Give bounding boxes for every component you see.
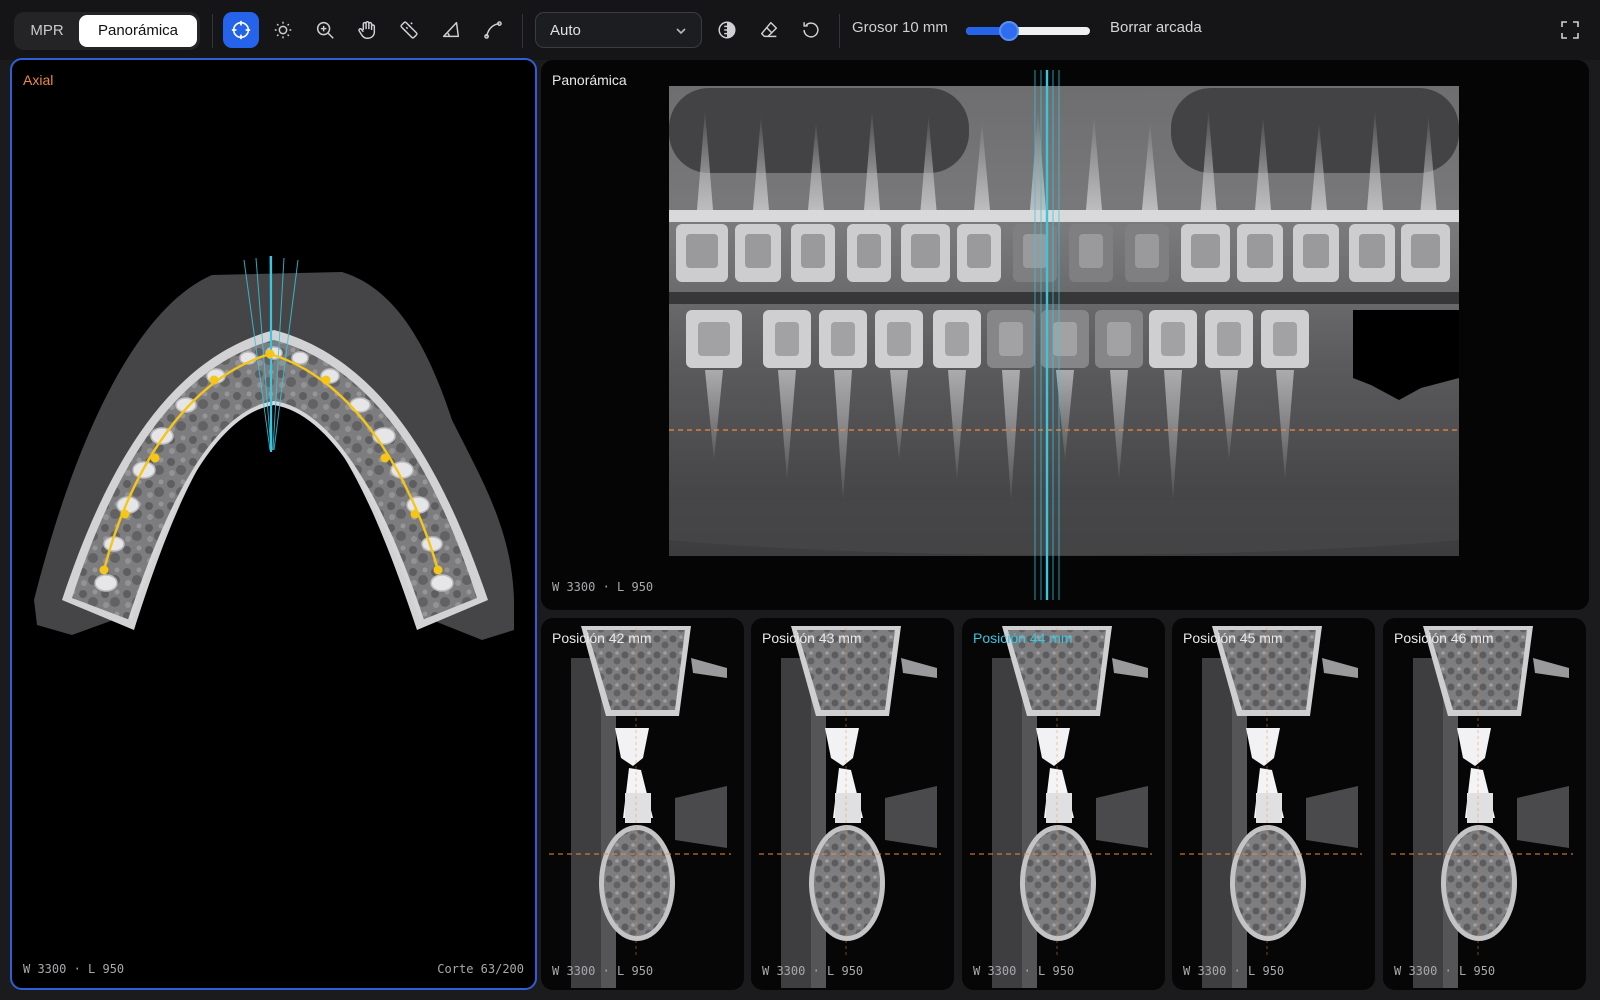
cross-section-5[interactable]: Posición 46 mm W 3300 · L 950 <box>1383 618 1586 990</box>
brightness-tool-button[interactable] <box>265 12 301 48</box>
axial-window-level: W 3300 · L 950 <box>23 962 125 976</box>
panoramic-title: Panorámica <box>552 72 627 88</box>
divider <box>839 14 840 48</box>
reset-icon <box>803 22 819 38</box>
angle-tool-button[interactable] <box>433 12 469 48</box>
cross-section-image[interactable] <box>751 618 954 990</box>
ruler-icon <box>400 21 418 39</box>
axial-slice-index: Corte 63/200 <box>437 962 524 976</box>
cross-section-title: Posición 45 mm <box>1183 630 1283 646</box>
brightness-icon <box>274 21 292 39</box>
curve-tool-button[interactable] <box>475 12 511 48</box>
axial-title: Axial <box>23 72 54 88</box>
cross-section-image[interactable] <box>541 618 744 990</box>
preset-value: Auto <box>550 22 581 39</box>
cross-section-1[interactable]: Posición 42 mm W 3300 · L 950 <box>541 618 744 990</box>
thickness-label: Grosor 10 mm <box>852 19 948 36</box>
chevron-down-icon <box>676 28 686 35</box>
panoramic-window-level: W 3300 · L 950 <box>552 580 654 594</box>
toolbar: MPR Panorámica Auto Grosor 10 mm Borrar … <box>0 0 1600 60</box>
cross-section-image[interactable] <box>1383 618 1586 990</box>
preset-dropdown[interactable]: Auto <box>535 12 702 48</box>
crosshair-tool-button[interactable] <box>223 12 259 48</box>
slider-thumb[interactable] <box>999 21 1020 41</box>
fullscreen-icon[interactable] <box>1558 18 1582 42</box>
ruler-tool-button[interactable] <box>391 12 427 48</box>
curve-icon <box>484 21 502 39</box>
cross-section-3[interactable]: Posición 44 mm W 3300 · L 950 <box>962 618 1165 990</box>
crosshair-icon <box>231 20 251 40</box>
pan-tool-button[interactable] <box>349 12 385 48</box>
tab-mpr[interactable]: MPR <box>18 15 76 47</box>
divider <box>522 14 523 48</box>
cross-section-title: Posición 44 mm <box>973 630 1073 646</box>
eraser-button[interactable] <box>751 12 787 48</box>
cross-section-title: Posición 43 mm <box>762 630 862 646</box>
cross-section-title: Posición 46 mm <box>1394 630 1494 646</box>
cross-section-window-level: W 3300 · L 950 <box>1394 964 1496 978</box>
cross-section-2[interactable]: Posición 43 mm W 3300 · L 950 <box>751 618 954 990</box>
cross-section-title: Posición 42 mm <box>552 630 652 646</box>
cross-section-4[interactable]: Posición 45 mm W 3300 · L 950 <box>1172 618 1375 990</box>
zoom-tool-button[interactable] <box>307 12 343 48</box>
thickness-slider[interactable] <box>966 21 1090 41</box>
cross-section-image[interactable] <box>962 618 1165 990</box>
cross-section-window-level: W 3300 · L 950 <box>973 964 1075 978</box>
panoramic-image[interactable] <box>541 60 1589 610</box>
panoramic-viewport[interactable]: Panorámica W 3300 · L 950 <box>541 60 1589 610</box>
cross-section-image[interactable] <box>1172 618 1375 990</box>
zoom-in-icon <box>316 21 334 39</box>
invert-button[interactable] <box>709 12 745 48</box>
cross-section-window-level: W 3300 · L 950 <box>762 964 864 978</box>
tab-panoramic[interactable]: Panorámica <box>79 15 197 47</box>
divider <box>212 14 213 48</box>
cross-section-window-level: W 3300 · L 950 <box>552 964 654 978</box>
invert-icon <box>718 21 736 39</box>
view-mode-switch: MPR Panorámica <box>14 12 200 50</box>
reset-button[interactable] <box>793 12 829 48</box>
hand-pan-icon <box>358 21 376 39</box>
angle-icon <box>442 21 460 38</box>
clear-arch-button[interactable]: Borrar arcada <box>1110 19 1202 36</box>
axial-image[interactable] <box>12 60 535 988</box>
cross-section-window-level: W 3300 · L 950 <box>1183 964 1285 978</box>
eraser-icon <box>760 21 778 38</box>
axial-viewport[interactable]: Axial W 3300 · L 950 Corte 63/200 <box>10 58 537 990</box>
